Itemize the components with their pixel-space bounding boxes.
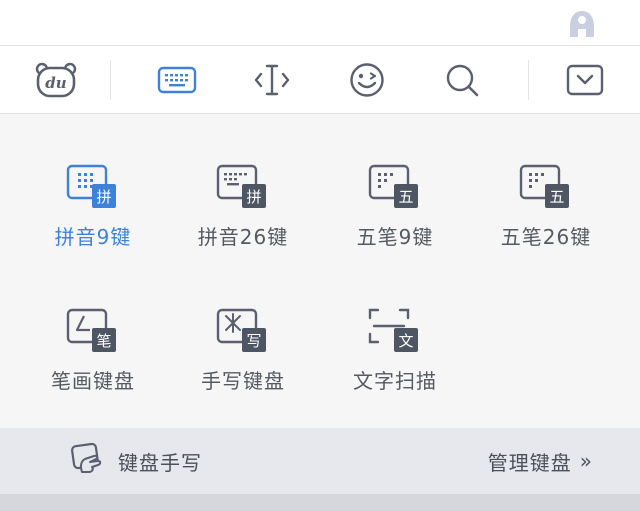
- toolbar-divider: [110, 60, 111, 100]
- keyboard-option-label: 拼音9键: [54, 225, 132, 249]
- keyboard-toolbar: du: [0, 46, 640, 114]
- keyboard-option-pinyin-26[interactable]: 拼 拼音26键: [168, 155, 318, 265]
- handwrite-hand-icon: [70, 442, 104, 480]
- double-chevron-right-icon: »: [579, 449, 592, 473]
- keyboard-option-label: 五笔26键: [500, 225, 592, 249]
- du-logo-icon[interactable]: du: [34, 58, 78, 102]
- account-a-icon[interactable]: [566, 8, 598, 40]
- footer-strip: [0, 494, 640, 511]
- svg-text:写: 写: [246, 332, 261, 350]
- cursor-move-icon[interactable]: [250, 58, 294, 102]
- collapse-keyboard-icon[interactable]: [563, 58, 607, 102]
- keyboard-type-grid: 拼 拼音9键 拼 拼音26键 五 五笔9键 五 五笔26键 笔 笔画键盘 写 手…: [0, 115, 640, 428]
- keyboard-handwrite-label: 键盘手写: [118, 450, 202, 475]
- handwrite-keyboard-icon: 写: [211, 299, 275, 363]
- keyboard-option-label: 五笔9键: [356, 225, 434, 249]
- wubi-26key-icon: 五: [514, 155, 578, 219]
- manage-keyboards-label: 管理键盘: [487, 450, 572, 475]
- keyboard-handwrite-button[interactable]: 键盘手写: [70, 442, 202, 480]
- toolbar-divider: [528, 60, 529, 100]
- svg-text:五: 五: [398, 188, 413, 206]
- search-icon[interactable]: [440, 58, 484, 102]
- keyboard-option-wubi-26[interactable]: 五 五笔26键: [471, 155, 621, 265]
- svg-text:du: du: [45, 74, 66, 92]
- svg-text:拼: 拼: [96, 188, 111, 206]
- keyboard-option-label: 手写键盘: [201, 369, 285, 393]
- bottom-bar: 键盘手写 管理键盘 »: [0, 428, 640, 494]
- keyboard-option-text-scan[interactable]: 文 文字扫描: [320, 299, 470, 409]
- svg-text:拼: 拼: [246, 188, 261, 206]
- keyboard-option-label: 文字扫描: [353, 369, 437, 393]
- keyboard-icon[interactable]: [155, 58, 199, 102]
- keyboard-option-stroke[interactable]: 笔 笔画键盘: [18, 299, 168, 409]
- emoji-icon[interactable]: [345, 58, 389, 102]
- keyboard-option-wubi-9[interactable]: 五 五笔9键: [320, 155, 470, 265]
- keyboard-option-label: 笔画键盘: [51, 369, 135, 393]
- wubi-9key-icon: 五: [363, 155, 427, 219]
- pinyin-26key-icon: 拼: [211, 155, 275, 219]
- pinyin-9key-icon: 拼: [61, 155, 125, 219]
- keyboard-option-handwrite[interactable]: 写 手写键盘: [168, 299, 318, 409]
- stroke-keyboard-icon: 笔: [61, 299, 125, 363]
- svg-text:文: 文: [398, 332, 413, 350]
- keyboard-option-pinyin-9[interactable]: 拼 拼音9键: [18, 155, 168, 265]
- manage-keyboards-button[interactable]: 管理键盘 »: [488, 444, 592, 478]
- text-scan-icon: 文: [363, 299, 427, 363]
- svg-text:五: 五: [549, 188, 564, 206]
- top-strip: [0, 0, 640, 46]
- keyboard-option-label: 拼音26键: [197, 225, 289, 249]
- svg-text:笔: 笔: [96, 332, 111, 350]
